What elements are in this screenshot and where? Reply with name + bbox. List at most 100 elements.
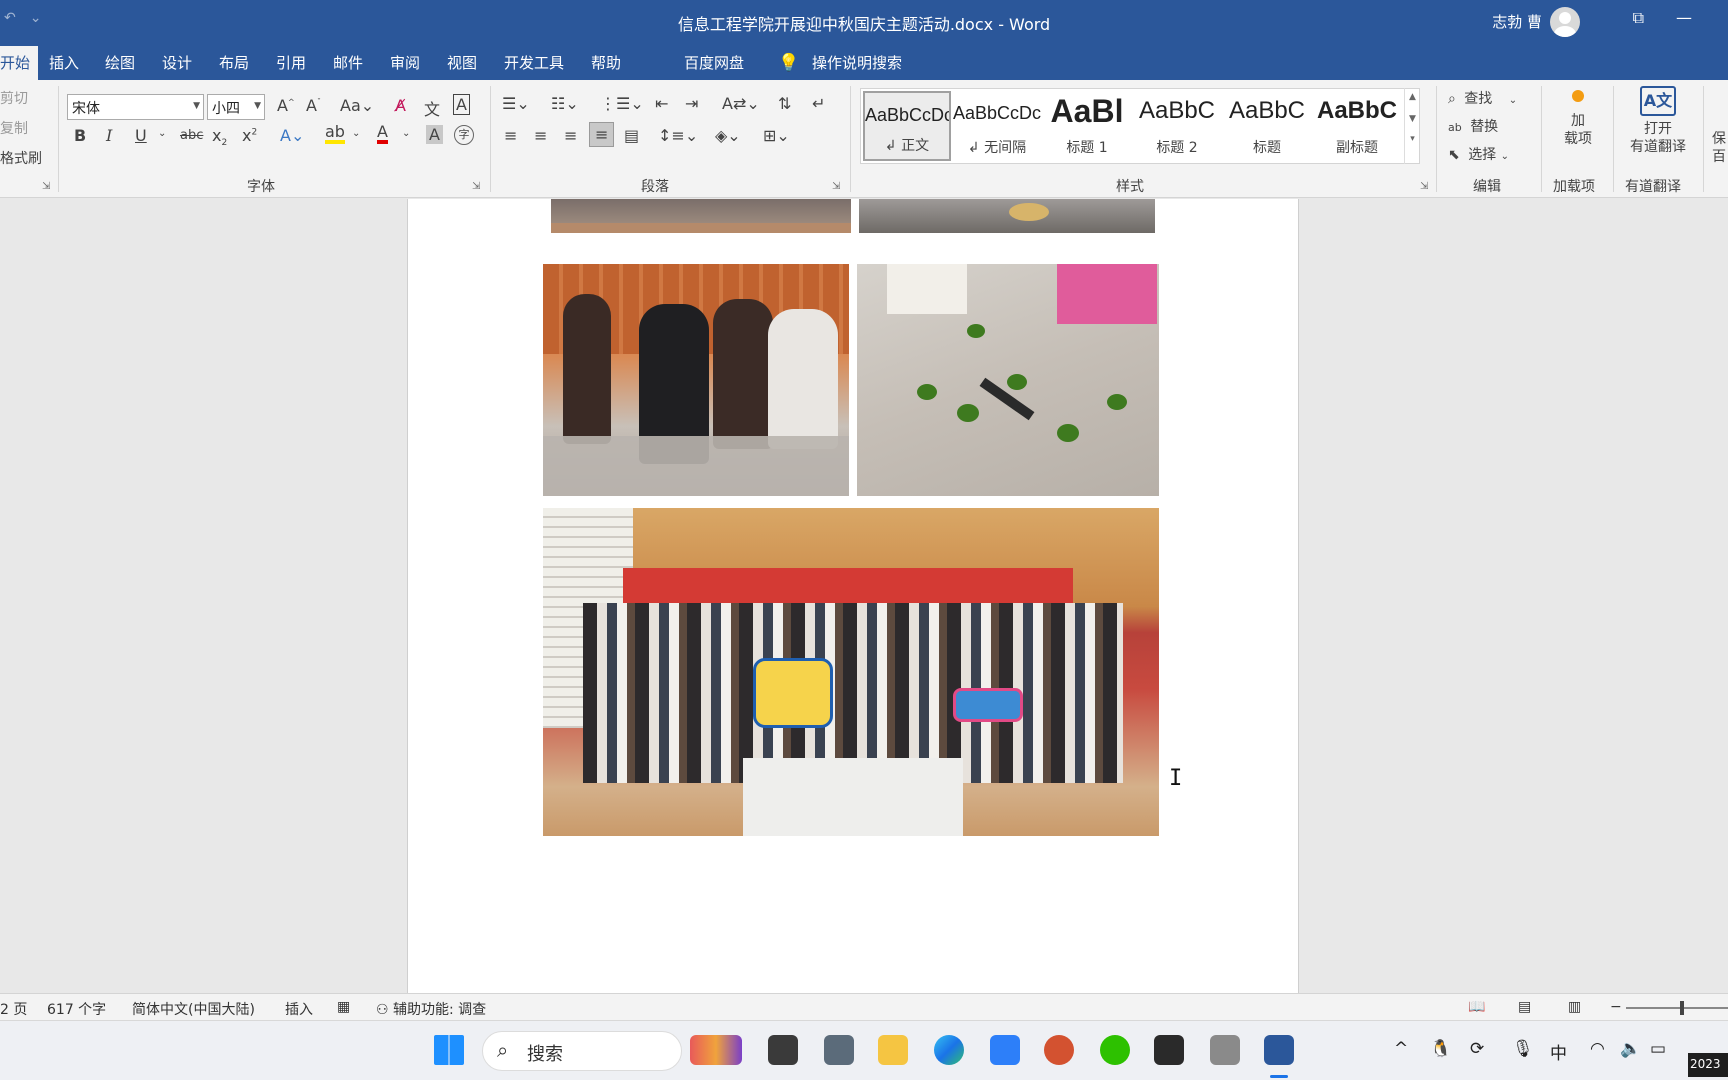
chevron-down-icon[interactable]: ▼ [1405, 114, 1420, 124]
zoom-out-icon[interactable]: − [1610, 999, 1622, 1015]
show-hidden-icons-icon[interactable]: ^ [1394, 1039, 1408, 1059]
style-no-spacing[interactable]: AaBbCcDc ↲ 无间隔 [953, 91, 1041, 161]
bold-icon[interactable]: B [74, 126, 86, 145]
ime-indicator[interactable]: 中 [1550, 1039, 1567, 1064]
copy-button[interactable]: 复制 [0, 118, 28, 138]
app-icon[interactable] [1210, 1035, 1240, 1065]
document-page[interactable]: I [407, 199, 1299, 993]
styles-scroll[interactable]: ▲ ▼ ▾ [1404, 88, 1420, 164]
more-styles-icon[interactable]: ▾ [1405, 134, 1420, 144]
multilevel-list-icon[interactable]: ⋮☰⌄ [600, 94, 644, 113]
paragraph-launcher-icon[interactable]: ⇲ [832, 181, 840, 192]
minimize-icon[interactable]: — [1676, 8, 1692, 27]
numbering-icon[interactable]: ☷⌄ [551, 94, 579, 113]
print-layout-icon[interactable]: ▤ [1518, 999, 1531, 1015]
tab-view[interactable]: 视图 [447, 52, 477, 73]
clipboard-launcher-icon[interactable]: ⇲ [42, 181, 50, 192]
photos-icon[interactable] [990, 1035, 1020, 1065]
photo-group-celebration[interactable] [543, 508, 1159, 836]
text-effects-icon[interactable]: A⌄ [280, 126, 304, 145]
character-border-icon[interactable]: A [453, 94, 470, 115]
increase-indent-icon[interactable]: ⇥ [685, 94, 698, 113]
volume-icon[interactable]: 🔈 [1620, 1039, 1641, 1059]
zoom-slider[interactable] [1626, 1001, 1728, 1015]
grow-font-icon[interactable]: A^ [277, 96, 295, 115]
tab-developer[interactable]: 开发工具 [504, 52, 564, 73]
highlight-dropdown-icon[interactable]: ⌄ [352, 128, 360, 139]
tab-mailings[interactable]: 邮件 [333, 52, 363, 73]
word-icon[interactable] [1264, 1035, 1294, 1065]
tab-insert[interactable]: 插入 [49, 52, 79, 73]
change-case-icon[interactable]: Aa⌄ [340, 96, 374, 115]
file-explorer-icon[interactable] [878, 1035, 908, 1065]
ribbon-display-icon[interactable]: ⧉ [1633, 8, 1644, 28]
word-count[interactable]: 617 个字 [47, 999, 106, 1019]
addins-button[interactable]: 加 载项 [1563, 90, 1593, 148]
web-layout-icon[interactable]: ▥ [1568, 999, 1581, 1015]
replace-button[interactable]: ab 替换 [1448, 116, 1498, 136]
chevron-up-icon[interactable]: ▲ [1405, 92, 1420, 102]
styles-launcher-icon[interactable]: ⇲ [1420, 181, 1428, 192]
task-view-icon[interactable] [768, 1035, 798, 1065]
justify-icon[interactable]: ≡ [589, 122, 615, 147]
read-mode-icon[interactable]: 📖 [1468, 999, 1485, 1015]
widgets-icon[interactable] [690, 1035, 742, 1065]
underline-dropdown-icon[interactable]: ⌄ [158, 128, 166, 139]
sticky-notes-icon[interactable] [1154, 1035, 1184, 1065]
decrease-indent-icon[interactable]: ⇤ [655, 94, 668, 113]
font-launcher-icon[interactable]: ⇲ [472, 181, 480, 192]
youdao-translate-button[interactable]: A文 打开 有道翻译 [1623, 86, 1693, 156]
tab-review[interactable]: 审阅 [390, 52, 420, 73]
qq-icon[interactable]: 🐧 [1430, 1039, 1451, 1059]
align-left-icon[interactable]: ≡ [504, 126, 517, 145]
style-subtitle[interactable]: AaBbC 副标题 [1313, 91, 1401, 161]
align-right-icon[interactable]: ≡ [564, 126, 577, 145]
tell-me-search[interactable]: 💡 操作说明搜索 [778, 52, 902, 73]
borders-icon[interactable]: ⊞⌄ [763, 126, 790, 145]
photo-partial-left[interactable] [551, 199, 851, 233]
chinese-layout-icon[interactable]: A⇄⌄ [722, 94, 760, 113]
italic-icon[interactable]: I [106, 126, 112, 145]
baidu-partial-button[interactable]: 保 百 [1712, 130, 1726, 166]
font-color-dropdown-icon[interactable]: ⌄ [402, 128, 410, 139]
taskbar-search[interactable]: ⌕ 搜索 [482, 1031, 682, 1071]
document-workspace[interactable]: I [0, 199, 1728, 993]
sync-icon[interactable]: ⟳ [1470, 1039, 1484, 1059]
bullets-icon[interactable]: ☰⌄ [502, 94, 530, 113]
font-size-combo[interactable]: 小四 ▼ [207, 94, 265, 120]
style-heading-2[interactable]: AaBbC 标题 2 [1133, 91, 1221, 161]
language-status[interactable]: 简体中文(中国大陆) [132, 999, 255, 1019]
page-count[interactable]: 2 页 [0, 999, 27, 1019]
strikethrough-icon[interactable]: abc [180, 128, 203, 143]
line-spacing-icon[interactable]: ↕≡⌄ [658, 126, 698, 145]
user-name[interactable]: 志勃 曹 [1492, 11, 1542, 32]
tab-draw[interactable]: 绘图 [105, 52, 135, 73]
show-marks-icon[interactable]: ↵ [812, 94, 825, 113]
battery-icon[interactable]: ▭ [1650, 1039, 1666, 1059]
character-shading-icon[interactable]: A [426, 125, 443, 144]
highlight-icon[interactable]: ab [325, 124, 345, 144]
cut-button[interactable]: 剪切 [0, 88, 28, 108]
shrink-font-icon[interactable]: Aˇ [306, 96, 321, 115]
tab-layout[interactable]: 布局 [219, 52, 249, 73]
powerpoint-icon[interactable] [1044, 1035, 1074, 1065]
calculator-icon[interactable] [824, 1035, 854, 1065]
insert-mode[interactable]: 插入 [285, 999, 313, 1019]
find-button[interactable]: ⌕ 查找 ⌄ [1448, 88, 1517, 108]
select-button[interactable]: ⬉ 选择 ⌄ [1448, 144, 1509, 164]
tab-references[interactable]: 引用 [276, 52, 306, 73]
zoom-thumb[interactable] [1680, 1001, 1684, 1015]
accessibility-status[interactable]: ⚇ 辅助功能: 调查 [376, 999, 486, 1019]
font-color-icon[interactable]: A [377, 124, 388, 144]
clock[interactable]: 2023 [1688, 1053, 1728, 1077]
distributed-icon[interactable]: ▤ [624, 126, 639, 145]
phonetic-guide-icon[interactable]: 文 [424, 96, 440, 120]
photo-partial-right[interactable] [859, 199, 1155, 233]
macro-record-icon[interactable]: ▦ [337, 999, 350, 1015]
shading-icon[interactable]: ◈⌄ [715, 126, 741, 145]
subscript-icon[interactable]: x2 [212, 126, 227, 148]
underline-icon[interactable]: U [135, 126, 147, 145]
style-heading-1[interactable]: AaBl 标题 1 [1043, 91, 1131, 161]
tab-design[interactable]: 设计 [162, 52, 192, 73]
avatar[interactable] [1550, 7, 1580, 37]
